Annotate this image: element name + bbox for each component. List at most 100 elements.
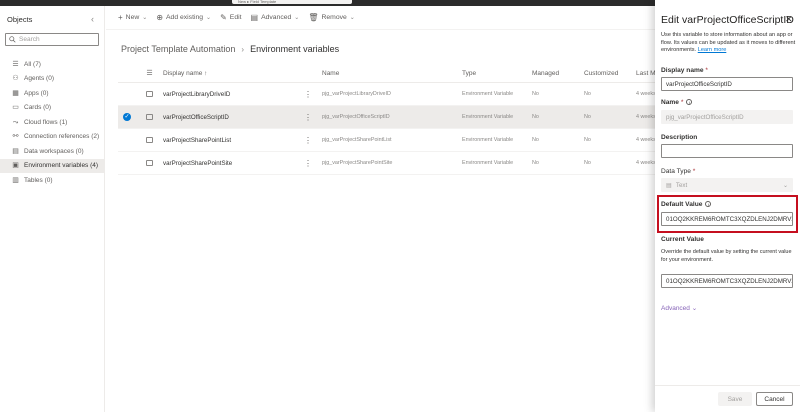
table-row[interactable]: varProjectLibraryDriveID ⋮ pjg_varProjec…: [118, 83, 656, 106]
environment-variable-icon: [146, 114, 153, 120]
column-display-name[interactable]: Display name ↑: [163, 70, 304, 77]
row-display-name[interactable]: varProjectOfficeScriptID: [163, 114, 304, 121]
list-icon: ☰: [12, 60, 19, 68]
add-existing-button[interactable]: ⊕ Add existing ⌄: [156, 13, 211, 22]
info-icon[interactable]: i: [686, 99, 693, 106]
more-options-icon[interactable]: ⋮: [304, 113, 322, 122]
sidebar-item-data-workspaces[interactable]: ▤ Data workspaces (0): [0, 144, 104, 159]
sidebar-item-label: Apps (0): [24, 89, 49, 97]
checkmark-icon[interactable]: ✓: [123, 113, 131, 121]
objects-sidebar: Objects ‹ Search ☰ All (7) ⚇ Agents (0) ▦ A…: [0, 6, 105, 412]
sidebar-item-cloud-flows[interactable]: ⤳ Cloud flows (1): [0, 115, 104, 130]
sidebar-item-label: Environment variables (4): [24, 162, 99, 170]
column-managed[interactable]: Managed: [532, 70, 584, 77]
sidebar-item-agents[interactable]: ⚇ Agents (0): [0, 72, 104, 87]
default-value-highlight-box: [657, 195, 798, 233]
new-label: New: [125, 14, 140, 21]
sidebar-item-label: Cards (0): [24, 104, 52, 112]
advanced-toggle[interactable]: Advanced ⌄: [661, 304, 697, 312]
required-asterisk: *: [705, 67, 708, 74]
data-workspace-icon: ▤: [12, 147, 19, 155]
environment-variable-icon: ▣: [12, 162, 19, 170]
address-hint: New ▸ Field Template: [232, 0, 352, 4]
breadcrumb-current: Environment variables: [250, 44, 340, 54]
column-name[interactable]: Name: [322, 70, 462, 77]
table-row[interactable]: varProjectSharePointSite ⋮ pjg_varProjec…: [118, 152, 656, 175]
column-type[interactable]: Type: [462, 70, 532, 77]
sidebar-item-tables[interactable]: ▥ Tables (0): [0, 173, 104, 188]
name-label: Name * i: [661, 99, 693, 106]
table-icon: ▥: [12, 176, 19, 184]
apps-icon: ▦: [12, 89, 19, 97]
sidebar-item-label: Tables (0): [24, 176, 53, 184]
more-options-icon[interactable]: ⋮: [304, 159, 322, 168]
environment-variable-icon: [146, 91, 153, 97]
add-existing-label: Add existing: [166, 14, 204, 21]
remove-button[interactable]: 🗑 Remove ⌄: [308, 13, 355, 22]
new-button[interactable]: + New ⌄: [118, 13, 147, 22]
pencil-icon: ✎: [220, 13, 227, 22]
sidebar-item-label: Connection references (2): [24, 133, 100, 141]
advanced-label: Advanced: [261, 14, 292, 21]
column-customized[interactable]: Customized: [584, 70, 636, 77]
row-type: Environment Variable: [462, 137, 514, 143]
row-managed: No: [532, 91, 539, 97]
table-header: ☰ Display name ↑ Name Type Managed Custo…: [118, 64, 656, 83]
card-icon: ▭: [12, 104, 19, 112]
more-options-icon[interactable]: ⋮: [304, 136, 322, 145]
search-input[interactable]: Search: [5, 33, 99, 46]
sidebar-item-environment-variables[interactable]: ▣ Environment variables (4): [0, 158, 104, 173]
collapse-sidebar-icon[interactable]: ‹: [91, 14, 94, 24]
save-button[interactable]: Save: [718, 392, 752, 406]
sidebar-item-label: All (7): [24, 60, 41, 68]
column-last-modified[interactable]: Last M: [636, 70, 656, 77]
breadcrumb-parent[interactable]: Project Template Automation: [121, 44, 235, 54]
row-display-name[interactable]: varProjectLibraryDriveID: [163, 91, 304, 98]
display-name-field[interactable]: varProjectOfficeScriptID: [661, 77, 793, 91]
table-row[interactable]: varProjectSharePointList ⋮ pjg_varProjec…: [118, 129, 656, 152]
current-value-field[interactable]: 01OQ2KKREM6ROMTC3XQZDLENJ2DMRV2K...: [661, 274, 793, 288]
description-field[interactable]: [661, 144, 793, 158]
table-row[interactable]: ✓ varProjectOfficeScriptID ⋮ pjg_varProj…: [118, 106, 656, 129]
chevron-down-icon: ⌄: [206, 15, 212, 21]
cancel-button[interactable]: Cancel: [756, 392, 793, 406]
row-customized: No: [584, 91, 591, 97]
advanced-icon: ▤: [250, 13, 259, 22]
add-existing-icon: ⊕: [156, 13, 164, 22]
advanced-button[interactable]: ▤ Advanced ⌄: [251, 13, 300, 22]
row-last-modified: 4 weeks: [636, 137, 656, 143]
sidebar-item-all[interactable]: ☰ All (7): [0, 57, 104, 72]
learn-more-link[interactable]: Learn more: [698, 47, 727, 53]
row-customized: No: [584, 160, 591, 166]
chevron-down-icon: ⌄: [142, 15, 148, 21]
panel-description-text: Use this variable to store information a…: [661, 32, 796, 53]
required-asterisk: *: [692, 168, 696, 175]
row-name: pjg_varProjectSharePointList: [322, 137, 392, 143]
description-label: Description: [661, 134, 698, 141]
chevron-down-icon: ⌄: [691, 305, 698, 312]
row-name: pjg_varProjectLibraryDriveID: [322, 91, 391, 97]
row-managed: No: [532, 160, 539, 166]
sidebar-item-connection-references[interactable]: ⚯ Connection references (2): [0, 130, 104, 145]
display-name-label-text: Display name: [661, 67, 704, 74]
search-icon: [9, 36, 16, 43]
close-icon[interactable]: ✕: [785, 14, 793, 25]
row-last-modified: 4 weeks: [636, 114, 656, 120]
row-display-name[interactable]: varProjectSharePointSite: [163, 160, 304, 167]
sidebar-item-label: Data workspaces (0): [24, 147, 84, 155]
command-bar: + New ⌄ ⊕ Add existing ⌄ ✎ Edit ▤ Advanced ⌄ 🗑 R…: [106, 6, 656, 30]
sidebar-item-apps[interactable]: ▦ Apps (0): [0, 86, 104, 101]
sidebar-item-label: Agents (0): [24, 75, 54, 83]
chevron-right-icon: ›: [241, 44, 245, 54]
row-managed: No: [532, 114, 539, 120]
environment-variable-icon: [146, 137, 153, 143]
sidebar-item-cards[interactable]: ▭ Cards (0): [0, 101, 104, 116]
environment-variable-icon: [146, 160, 153, 166]
panel-footer: Save Cancel: [655, 385, 800, 412]
object-list: ☰ All (7) ⚇ Agents (0) ▦ Apps (0) ▭ Cards (0…: [0, 57, 104, 188]
chevron-down-icon: ⌄: [294, 15, 300, 21]
row-display-name[interactable]: varProjectSharePointList: [163, 137, 304, 144]
more-options-icon[interactable]: ⋮: [304, 90, 322, 99]
edit-button[interactable]: ✎ Edit: [220, 13, 241, 22]
search-placeholder: Search: [19, 36, 40, 43]
